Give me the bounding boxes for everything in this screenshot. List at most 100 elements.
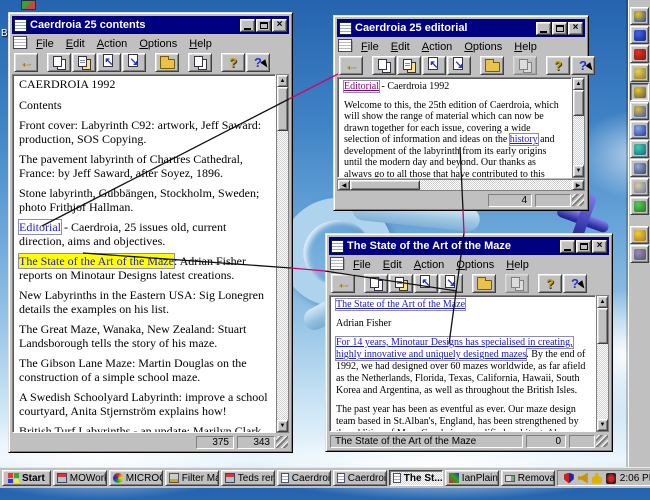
menu-help[interactable]: Help: [183, 37, 218, 51]
help-button[interactable]: ?: [546, 56, 570, 75]
scroll-up-icon[interactable]: ▲: [573, 78, 584, 90]
launcher-button-3[interactable]: [630, 45, 649, 63]
hyperlink[interactable]: history: [510, 134, 538, 145]
scrollbar-thumb[interactable]: [573, 90, 584, 116]
launcher-button-12[interactable]: [630, 226, 649, 244]
launcher-button-4[interactable]: [630, 64, 649, 82]
page-flip-icon[interactable]: [330, 257, 344, 270]
resize-grip[interactable]: [572, 194, 584, 206]
person-tray-icon[interactable]: [592, 473, 602, 484]
start-button[interactable]: Start: [2, 470, 51, 486]
launcher-button-9[interactable]: [630, 159, 649, 177]
maximize-button[interactable]: [256, 19, 271, 32]
menu-file[interactable]: File: [347, 258, 377, 272]
minimize-button[interactable]: [560, 240, 575, 253]
shield-tray-icon[interactable]: [564, 473, 574, 484]
menu-file[interactable]: File: [30, 37, 60, 51]
launcher-button-6[interactable]: [630, 102, 649, 120]
taskbar-button-teds-ren[interactable]: Teds ren...: [221, 470, 275, 486]
open-folder-button[interactable]: [472, 274, 496, 293]
help-button[interactable]: ?: [538, 274, 562, 293]
close-button[interactable]: ×: [272, 19, 287, 32]
start-link-button[interactable]: ↖: [97, 53, 121, 72]
titlebar[interactable]: Caerdroia 25 editorial ×: [337, 19, 585, 37]
copy-button[interactable]: [505, 274, 529, 293]
end-link-button[interactable]: ↘: [439, 274, 463, 293]
menu-action[interactable]: Action: [408, 258, 451, 272]
context-help-button[interactable]: ?: [563, 274, 587, 293]
menu-file[interactable]: File: [355, 40, 385, 54]
hyperlink[interactable]: Editorial: [344, 81, 379, 92]
scrollbar-thumb[interactable]: [277, 87, 288, 131]
open-folder-button[interactable]: [155, 53, 179, 72]
show-links-button[interactable]: [72, 53, 96, 72]
hyperlink[interactable]: Editorial: [19, 220, 61, 234]
taskbar-button-filter-man[interactable]: Filter Man...: [165, 470, 219, 486]
back-exit-button[interactable]: ←: [14, 53, 38, 72]
scrollbar-thumb[interactable]: [597, 308, 608, 344]
menu-edit[interactable]: Edit: [377, 258, 408, 272]
scroll-down-icon[interactable]: ▼: [277, 420, 288, 432]
close-button[interactable]: ×: [568, 22, 583, 35]
menu-options[interactable]: Options: [450, 258, 500, 272]
speaker-tray-icon[interactable]: [578, 473, 588, 484]
launcher-button-5[interactable]: [630, 83, 649, 101]
hyperlink[interactable]: The State of the Art of the Maze: [19, 254, 174, 268]
open-folder-button[interactable]: [480, 56, 504, 75]
copy-document-button[interactable]: [47, 53, 71, 72]
maximize-button[interactable]: [552, 22, 567, 35]
launcher-button-1[interactable]: [630, 7, 649, 25]
back-exit-button[interactable]: ←: [331, 274, 355, 293]
taskbar-button-moworks[interactable]: MOWorks: [53, 470, 107, 486]
launcher-button-8[interactable]: [630, 140, 649, 158]
menu-help[interactable]: Help: [508, 40, 543, 54]
menu-action[interactable]: Action: [91, 37, 134, 51]
page-flip-icon[interactable]: [13, 36, 27, 49]
launcher-button-7[interactable]: [630, 121, 649, 139]
start-link-button[interactable]: ↖: [414, 274, 438, 293]
taskbar-button-microc[interactable]: MICROC...: [109, 470, 163, 486]
end-link-button[interactable]: ↘: [447, 56, 471, 75]
scroll-up-icon[interactable]: ▲: [597, 296, 608, 308]
hyperlink[interactable]: The State of the Art of the Maze: [336, 299, 465, 310]
copy-button[interactable]: [188, 53, 212, 72]
maximize-button[interactable]: [576, 240, 591, 253]
vertical-scrollbar[interactable]: ▲ ▼: [596, 295, 609, 432]
menu-edit[interactable]: Edit: [385, 40, 416, 54]
titlebar[interactable]: The State of the Art of the Maze ×: [329, 237, 609, 255]
context-help-button[interactable]: ?: [246, 53, 270, 72]
taskbar-button-ianplain[interactable]: IanPlain...: [445, 470, 499, 486]
resize-grip[interactable]: [596, 435, 608, 447]
scrollbar-thumb[interactable]: [350, 180, 420, 190]
vertical-scrollbar[interactable]: ▲ ▼: [572, 77, 585, 178]
back-exit-button[interactable]: ←: [339, 56, 363, 75]
desktop-icon-partial[interactable]: [21, 0, 36, 10]
start-link-button[interactable]: ↖: [422, 56, 446, 75]
taskbar-button-removab[interactable]: Removab...: [501, 470, 555, 486]
page-flip-icon[interactable]: [338, 39, 352, 52]
horizontal-scrollbar[interactable]: ◀ ▶: [337, 179, 585, 191]
launcher-button-10[interactable]: [630, 178, 649, 196]
copy-document-button[interactable]: [364, 274, 388, 293]
vertical-scrollbar[interactable]: ▲ ▼: [276, 74, 289, 433]
menu-action[interactable]: Action: [416, 40, 459, 54]
end-link-button[interactable]: ↘: [122, 53, 146, 72]
taskbar-button-caerdroia[interactable]: Caerdroia...: [277, 470, 331, 486]
show-links-button[interactable]: [397, 56, 421, 75]
scroll-up-icon[interactable]: ▲: [277, 75, 288, 87]
launcher-button-2[interactable]: [630, 26, 649, 44]
show-links-button[interactable]: [389, 274, 413, 293]
launcher-button-11[interactable]: [630, 197, 649, 215]
resize-grip[interactable]: [276, 436, 288, 448]
launcher-button-13[interactable]: [630, 245, 649, 263]
titlebar[interactable]: Caerdroia 25 contents ×: [12, 16, 289, 34]
scroll-left-icon[interactable]: ◀: [338, 180, 350, 190]
menu-help[interactable]: Help: [500, 258, 535, 272]
copy-button[interactable]: [513, 56, 537, 75]
menu-options[interactable]: Options: [458, 40, 508, 54]
taskbar-button-the-st[interactable]: The St...: [389, 470, 443, 486]
menu-edit[interactable]: Edit: [60, 37, 91, 51]
help-button[interactable]: ?: [221, 53, 245, 72]
menu-options[interactable]: Options: [133, 37, 183, 51]
minimize-button[interactable]: [240, 19, 255, 32]
